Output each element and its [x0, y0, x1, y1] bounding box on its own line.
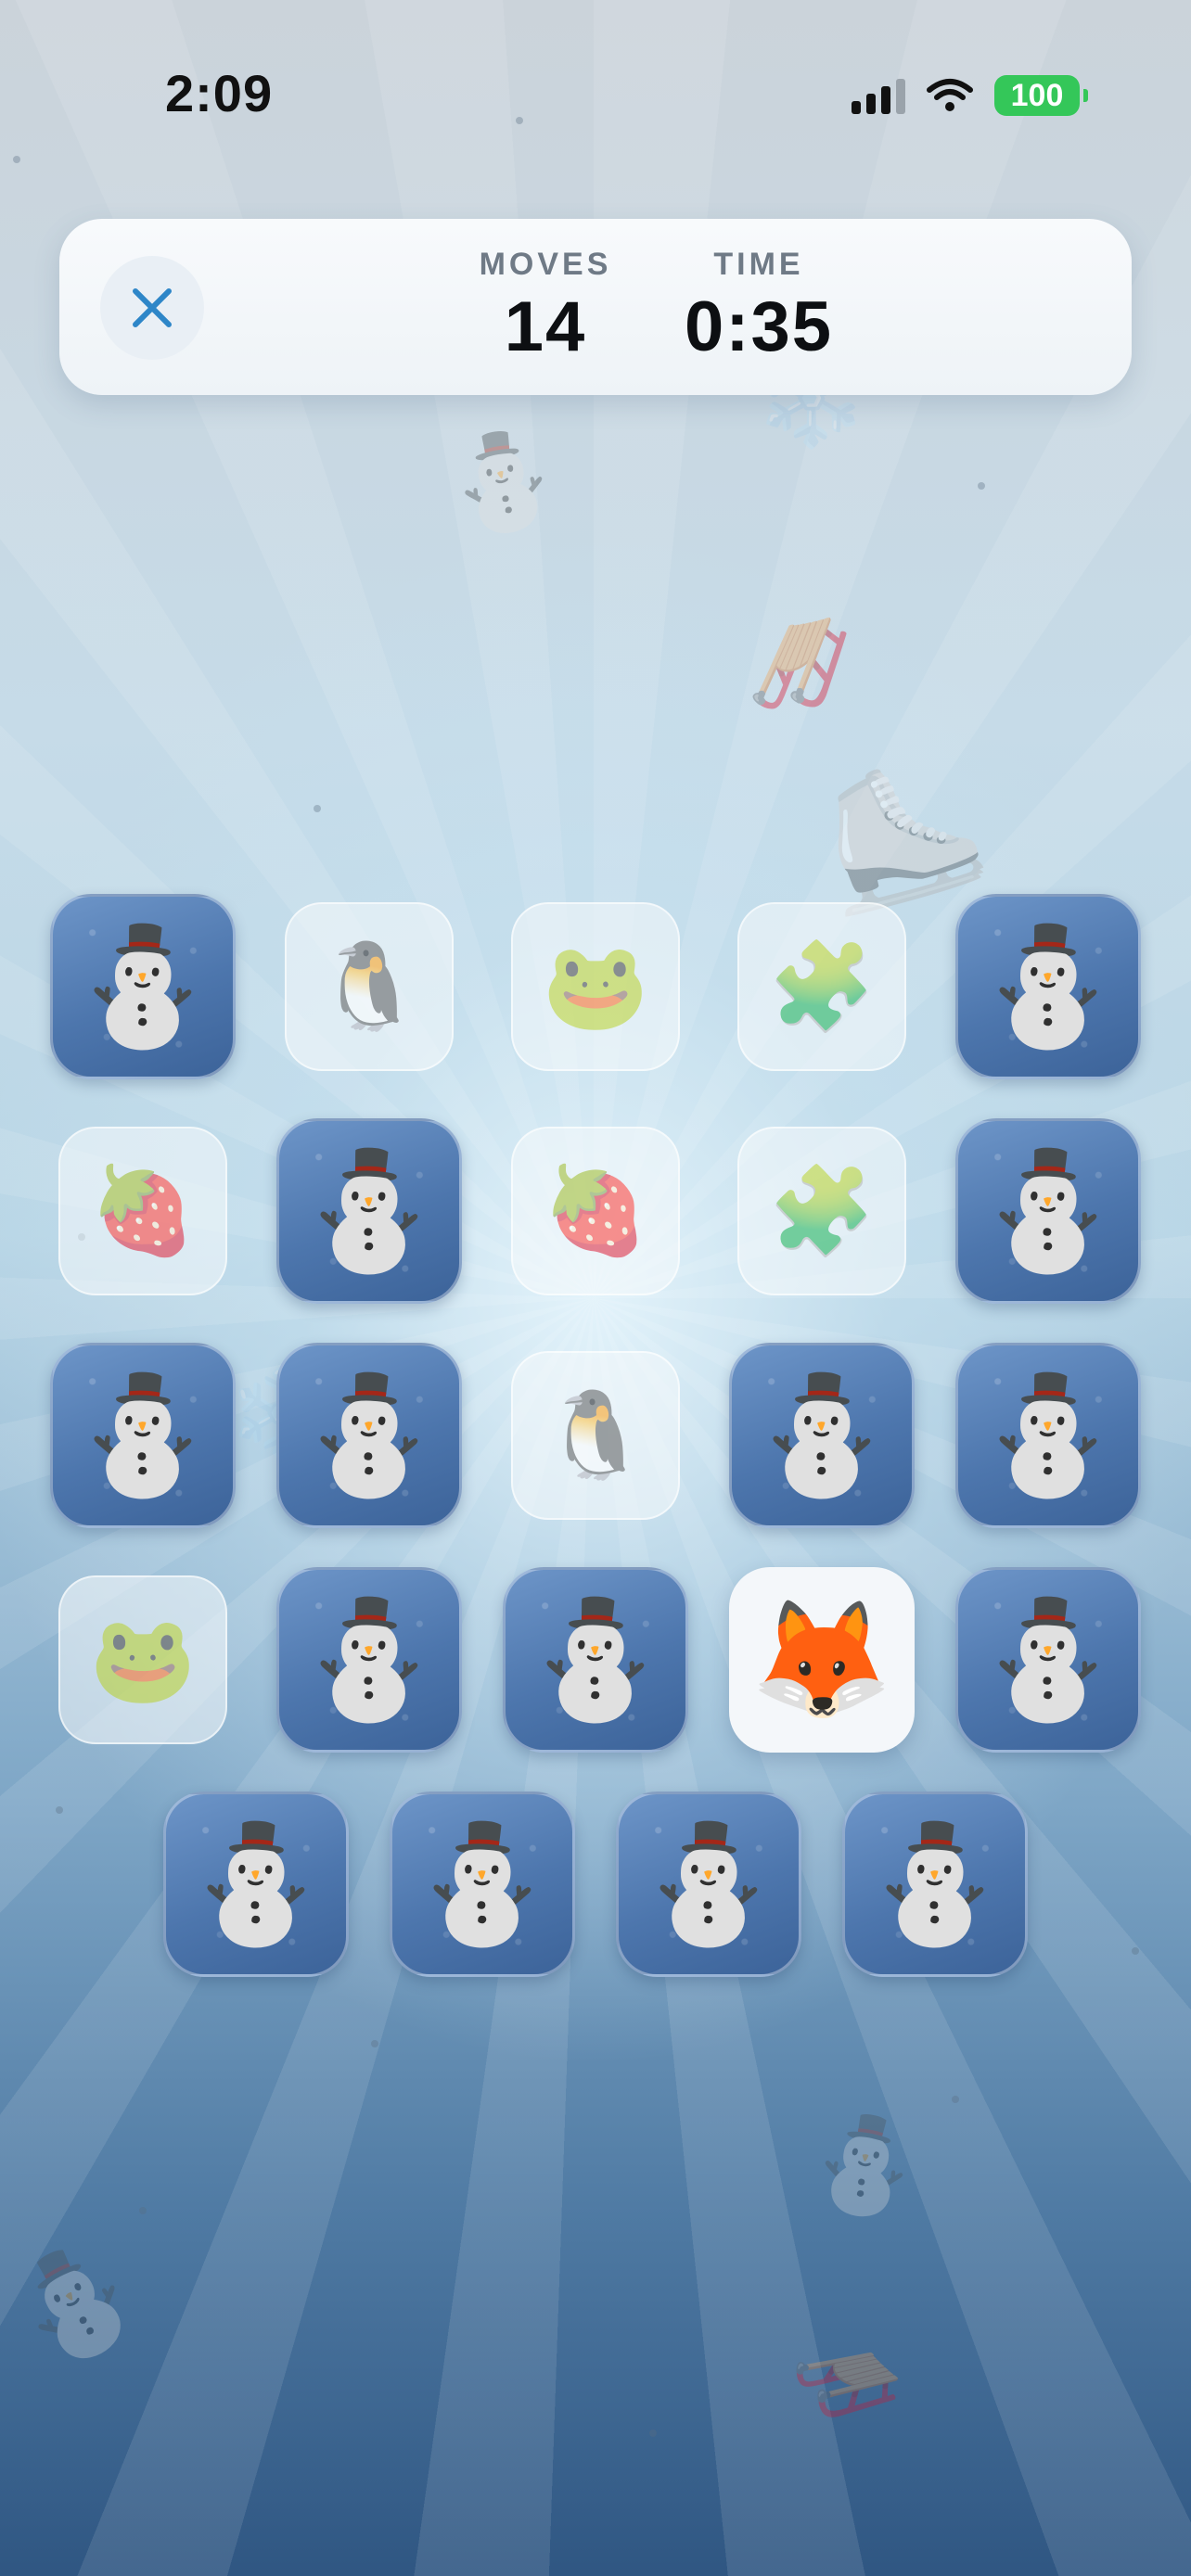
frog-icon: 🐸 [89, 1613, 197, 1707]
card-face-down[interactable]: ⛄ [955, 894, 1141, 1079]
card-matched-puzzle-piece[interactable]: 🧩 [737, 902, 906, 1071]
card-face-down[interactable]: ⛄ [616, 1792, 801, 1977]
frog-icon: 🐸 [542, 939, 649, 1034]
card-matched-frog[interactable]: 🐸 [58, 1575, 227, 1744]
penguin-icon: 🐧 [315, 939, 423, 1034]
card-face-down[interactable]: ⛄ [390, 1792, 575, 1977]
penguin-icon: 🐧 [542, 1388, 649, 1483]
card-face-down[interactable]: ⛄ [50, 894, 236, 1079]
card-matched-strawberry[interactable]: 🍓 [58, 1127, 227, 1295]
card-face-down[interactable]: ⛄ [50, 1343, 236, 1528]
card-face-down[interactable]: ⛄ [729, 1343, 915, 1528]
card-face-down[interactable]: ⛄ [842, 1792, 1028, 1977]
card-matched-penguin[interactable]: 🐧 [285, 902, 454, 1071]
card-face-down[interactable]: ⛄ [503, 1567, 688, 1753]
strawberry-icon: 🍓 [89, 1164, 197, 1258]
card-matched-puzzle-piece[interactable]: 🧩 [737, 1127, 906, 1295]
card-face-down[interactable]: ⛄ [955, 1567, 1141, 1753]
card-matched-frog[interactable]: 🐸 [511, 902, 680, 1071]
card-face-down[interactable]: ⛄ [955, 1118, 1141, 1304]
card-face-down[interactable]: ⛄ [163, 1792, 349, 1977]
card-revealed-fox[interactable]: 🦊 [729, 1567, 915, 1753]
card-face-down[interactable]: ⛄ [276, 1118, 462, 1304]
puzzle-piece-icon: 🧩 [768, 939, 876, 1034]
puzzle-piece-icon: 🧩 [768, 1164, 876, 1258]
card-matched-strawberry[interactable]: 🍓 [511, 1127, 680, 1295]
card-face-down[interactable]: ⛄ [276, 1343, 462, 1528]
card-face-down[interactable]: ⛄ [276, 1567, 462, 1753]
strawberry-icon: 🍓 [542, 1164, 649, 1258]
card-grid: ⛄ 🐧 🐸 🧩 ⛄ 🍓 ⛄ 🍓 🧩 ⛄ ⛄ ⛄ 🐧 ⛄ ⛄ 🐸 ⛄ ⛄ 🦊 ⛄ ⛄ ⛄ ⛄ ⛄ [0, 0, 1191, 2576]
card-face-down[interactable]: ⛄ [955, 1343, 1141, 1528]
card-matched-penguin[interactable]: 🐧 [511, 1351, 680, 1520]
